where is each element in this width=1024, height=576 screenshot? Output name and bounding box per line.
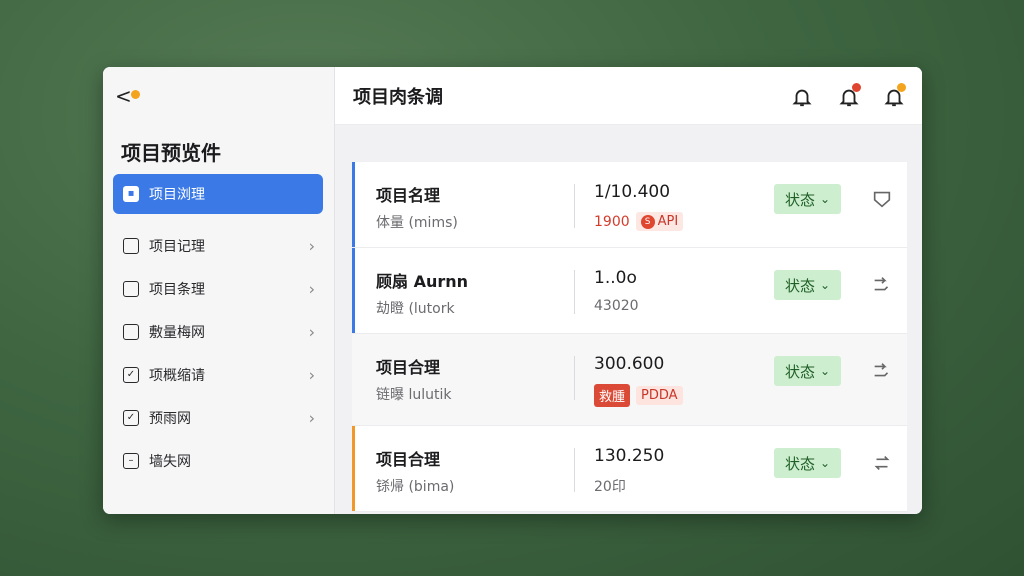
status-label: 状态	[784, 190, 815, 209]
back-button[interactable]: <	[115, 85, 145, 107]
item-tags: 救腫 PDDA	[594, 384, 683, 407]
item-secondary-value: 43020	[594, 298, 639, 314]
chevron-right-icon: ›	[308, 365, 315, 384]
sidebar-item-summary[interactable]: ✓ 项概缩请 ›	[113, 353, 323, 396]
item-secondary-value: 1900	[594, 213, 630, 230]
sidebar-item-label: 预雨网	[149, 410, 191, 427]
status-dropdown[interactable]: 状态 ⌄	[774, 448, 841, 478]
sidebar-item-label: 项目浏理	[149, 187, 205, 203]
item-value: 1..0o	[594, 268, 637, 288]
sidebar: < 项目预览件 ▪ 项目浏理 项目记理 › 项目条理 › 敷量梅网 › ✓ 项概…	[103, 67, 335, 514]
divider	[574, 448, 575, 492]
sync-icon[interactable]	[871, 452, 893, 474]
redo-icon[interactable]	[871, 274, 893, 296]
tag-pdda: PDDA	[636, 386, 683, 405]
divider	[574, 184, 575, 228]
accent-bar	[352, 248, 355, 333]
list-item[interactable]: 项目合理 链曝 lulutik 300.600 救腫 PDDA 状态 ⌄	[352, 334, 907, 426]
item-secondary-value: 20印	[594, 479, 626, 495]
sidebar-nav: ▪ 项目浏理 项目记理 › 项目条理 › 敷量梅网 › ✓ 项概缩请 › ✓ 预…	[113, 174, 323, 482]
sidebar-item-record[interactable]: 项目记理 ›	[113, 224, 323, 267]
notification-badge	[852, 83, 861, 92]
tag-red: 救腫	[594, 384, 631, 407]
sidebar-item-quantity[interactable]: 敷量梅网 ›	[113, 310, 323, 353]
item-secondary: 1900 S API	[594, 212, 684, 231]
note-icon: –	[123, 452, 139, 469]
item-value: 300.600	[594, 354, 665, 374]
sidebar-item-label: 项目记理	[149, 238, 205, 255]
chevron-right-icon: ›	[308, 236, 315, 255]
status-label: 状态	[784, 454, 815, 473]
divider	[574, 270, 575, 314]
s-badge-icon: S	[640, 214, 655, 229]
bell-notification-icon[interactable]	[883, 83, 906, 108]
chevron-down-icon: ⌄	[819, 192, 831, 206]
item-subtitle: 劫瞪 (lutork	[376, 301, 455, 317]
notification-dot	[131, 90, 140, 99]
page-title: 项目肉条调	[353, 86, 443, 108]
main-panel: 项目肉条调 项目名理 体量 (mims) 1/10.400 1900 S API…	[335, 67, 922, 514]
list-item[interactable]: 顾扇 Aurnn 劫瞪 (lutork 1..0o 43020 状态 ⌄	[352, 248, 907, 334]
accent-bar	[352, 426, 355, 511]
chevron-right-icon: ›	[308, 322, 315, 341]
calendar-icon	[123, 280, 139, 297]
status-label: 状态	[784, 362, 815, 381]
item-name: 项目名理	[376, 186, 441, 205]
divider	[574, 356, 575, 400]
sidebar-item-label: 墙失网	[149, 453, 191, 470]
app-window: < 项目预览件 ▪ 项目浏理 项目记理 › 项目条理 › 敷量梅网 › ✓ 项概…	[103, 67, 922, 514]
sidebar-item-forecast[interactable]: ✓ 预雨网 ›	[113, 396, 323, 439]
folder-icon: ▪	[123, 186, 139, 202]
checkbox-icon: ✓	[123, 366, 139, 383]
bell-alert-icon[interactable]	[838, 83, 861, 108]
sidebar-item-terms[interactable]: 项目条理 ›	[113, 267, 323, 310]
chevron-down-icon: ⌄	[819, 456, 831, 470]
item-subtitle: 体量 (mims)	[376, 215, 458, 231]
item-value: 130.250	[594, 446, 665, 466]
chevron-down-icon: ⌄	[819, 364, 831, 378]
list-item[interactable]: 项目名理 体量 (mims) 1/10.400 1900 S API 状态 ⌄	[352, 162, 907, 248]
chevron-down-icon: ⌄	[819, 278, 831, 292]
item-value: 1/10.400	[594, 182, 671, 202]
item-subtitle: 链曝 lulutik	[376, 387, 452, 403]
header-bar: 项目肉条调	[335, 67, 922, 125]
sidebar-item-label: 项概缩请	[149, 367, 205, 384]
sidebar-item-preview[interactable]: ▪ 项目浏理	[113, 174, 323, 214]
status-dropdown[interactable]: 状态 ⌄	[774, 270, 841, 300]
status-dropdown[interactable]: 状态 ⌄	[774, 356, 841, 386]
status-dropdown[interactable]: 状态 ⌄	[774, 184, 841, 214]
square-icon	[123, 323, 139, 340]
bell-icon[interactable]	[791, 86, 813, 108]
chevron-right-icon: ›	[308, 279, 315, 298]
api-tag: S API	[635, 212, 684, 231]
redo-icon[interactable]	[871, 360, 893, 382]
sidebar-title: 项目预览件	[121, 141, 221, 165]
document-icon	[123, 237, 139, 254]
project-list: 项目名理 体量 (mims) 1/10.400 1900 S API 状态 ⌄ 顾扇…	[352, 162, 907, 512]
api-tag-label: API	[657, 214, 679, 229]
sidebar-item-label: 敷量梅网	[149, 324, 205, 341]
sidebar-item-loss[interactable]: – 墙失网	[113, 439, 323, 482]
item-name: 项目合理	[376, 358, 441, 377]
item-name: 项目合理	[376, 450, 441, 469]
sidebar-item-label: 项目条理	[149, 281, 205, 298]
status-label: 状态	[784, 276, 815, 295]
accent-bar	[352, 162, 355, 247]
notification-badge	[897, 83, 906, 92]
chevron-right-icon: ›	[308, 408, 315, 427]
shield-icon[interactable]	[871, 188, 893, 210]
edit-check-icon: ✓	[123, 409, 139, 426]
chevron-left-icon: <	[115, 84, 132, 108]
list-item[interactable]: 项目合理 铩帰 (bima) 130.250 20印 状态 ⌄	[352, 426, 907, 512]
item-name: 顾扇 Aurnn	[376, 272, 469, 291]
item-subtitle: 铩帰 (bima)	[376, 479, 455, 495]
